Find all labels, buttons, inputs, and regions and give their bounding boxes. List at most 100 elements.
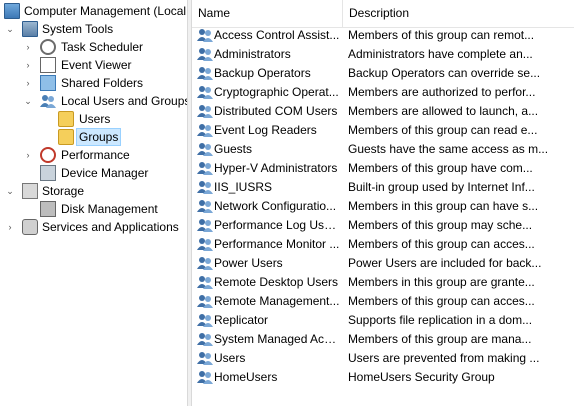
group-icon (197, 103, 213, 119)
group-icon (197, 331, 213, 347)
table-row[interactable]: Network Configuratio... Members in this g… (192, 197, 574, 216)
tree-item-disk-management[interactable]: Disk Management (0, 200, 187, 218)
folder-icon (58, 129, 74, 145)
event-viewer-icon (40, 57, 56, 73)
group-name: Cryptographic Operat... (214, 85, 339, 99)
group-name: Guests (214, 142, 253, 156)
table-row[interactable]: Administrators Administrators have comple… (192, 45, 574, 64)
group-name: Network Configuratio... (214, 199, 337, 213)
disk-management-icon (40, 201, 56, 217)
chevron-right-icon[interactable]: › (23, 74, 33, 92)
group-icon (197, 46, 213, 62)
group-icon (197, 122, 213, 138)
tree-item-storage[interactable]: ⌄ Storage (0, 182, 187, 200)
tree-item-label: Users (79, 112, 111, 126)
tree-item-performance[interactable]: › Performance (0, 146, 187, 164)
table-row[interactable]: Remote Management... Members of this grou… (192, 292, 574, 311)
chevron-down-icon[interactable]: ⌄ (5, 182, 15, 200)
tree-item-label: Services and Applications (42, 220, 179, 234)
table-row[interactable]: Event Log Readers Members of this group c… (192, 121, 574, 140)
tree-item-computer-management[interactable]: Computer Management (Local (0, 2, 187, 20)
table-row[interactable]: Backup Operators Backup Operators can ove… (192, 64, 574, 83)
group-description: Supports file replication in a dom... (348, 313, 533, 327)
tree-item-label: Storage (42, 184, 85, 198)
tree-item-shared-folders[interactable]: › Shared Folders (0, 74, 187, 92)
group-name: Performance Monitor ... (214, 237, 340, 251)
services-icon (22, 219, 38, 235)
group-icon (197, 369, 213, 385)
group-name: Backup Operators (214, 66, 311, 80)
group-icon (197, 84, 213, 100)
tree-item-services-and-applications[interactable]: › Services and Applications (0, 218, 187, 236)
tree-item-label-selected: Groups (76, 128, 122, 146)
group-name: Hyper-V Administrators (214, 161, 338, 175)
group-description: Members of this group are mana... (348, 332, 532, 346)
group-name: Remote Management... (214, 294, 340, 308)
tree-item-label: Disk Management (61, 202, 158, 216)
column-header-name[interactable]: Name (192, 0, 343, 27)
chevron-right-icon[interactable]: › (5, 218, 15, 236)
group-description: Power Users are included for back... (348, 256, 542, 270)
chevron-right-icon[interactable]: › (23, 56, 33, 74)
tree-item-device-manager[interactable]: Device Manager (0, 164, 187, 182)
tree-item-local-users-and-groups[interactable]: ⌄ Local Users and Groups (0, 92, 187, 110)
table-row[interactable]: Guests Guests have the same access as m..… (192, 140, 574, 159)
group-description: Members in this group can have s... (348, 199, 539, 213)
group-description: Members of this group can remot... (348, 28, 535, 42)
group-icon (197, 141, 213, 157)
group-description: Members are allowed to launch, a... (348, 104, 539, 118)
group-description: Built-in group used by Internet Inf... (348, 180, 535, 194)
table-row[interactable]: Replicator Supports file replication in a… (192, 311, 574, 330)
tree-item-task-scheduler[interactable]: › Task Scheduler (0, 38, 187, 56)
table-row[interactable]: HomeUsers HomeUsers Security Group (192, 368, 574, 387)
group-icon (197, 160, 213, 176)
tree-item-system-tools[interactable]: ⌄ System Tools (0, 20, 187, 38)
table-row[interactable]: Performance Monitor ... Members of this g… (192, 235, 574, 254)
tree-item-event-viewer[interactable]: › Event Viewer (0, 56, 187, 74)
tree-item-label: Shared Folders (61, 76, 144, 90)
clock-icon (40, 39, 56, 55)
table-row[interactable]: Cryptographic Operat... Members are autho… (192, 83, 574, 102)
tree-item-groups[interactable]: Groups (0, 128, 187, 146)
group-icon (197, 27, 213, 43)
table-row[interactable]: Performance Log Users Members of this gro… (192, 216, 574, 235)
group-description: Members are authorized to perfor... (348, 85, 536, 99)
users-icon (40, 93, 56, 109)
chevron-right-icon[interactable]: › (23, 146, 33, 164)
table-row[interactable]: System Managed Acc... Members of this gro… (192, 330, 574, 349)
table-row[interactable]: Users Users are prevented from making ... (192, 349, 574, 368)
tree-item-users[interactable]: Users (0, 110, 187, 128)
group-name: Performance Log Users (214, 218, 340, 232)
group-description: Members of this group can read e... (348, 123, 538, 137)
table-row[interactable]: Remote Desktop Users Members in this grou… (192, 273, 574, 292)
table-row[interactable]: Access Control Assist... Members of this … (192, 26, 574, 45)
computer-management-icon (4, 3, 20, 19)
tree-item-label: Task Scheduler (61, 40, 144, 54)
tree-item-label: Event Viewer (61, 58, 132, 72)
tree-item-label: System Tools (42, 22, 114, 36)
tree-item-label: Device Manager (61, 166, 149, 180)
system-tools-icon (22, 21, 38, 37)
tree-item-label: Local Users and Groups (61, 94, 187, 108)
column-header-description[interactable]: Description (343, 0, 574, 27)
shared-folders-icon (40, 75, 56, 91)
group-description: HomeUsers Security Group (348, 370, 495, 384)
group-name: Users (214, 351, 246, 365)
group-name: IIS_IUSRS (214, 180, 273, 194)
table-row[interactable]: Hyper-V Administrators Members of this gr… (192, 159, 574, 178)
chevron-down-icon[interactable]: ⌄ (5, 20, 15, 38)
group-icon (197, 312, 213, 328)
group-name: HomeUsers (214, 370, 278, 384)
group-description: Backup Operators can override se... (348, 66, 541, 80)
device-manager-icon (40, 165, 56, 181)
list-header: Name Description (192, 0, 574, 28)
group-description: Members of this group can acces... (348, 237, 535, 251)
table-row[interactable]: Distributed COM Users Members are allowed… (192, 102, 574, 121)
chevron-right-icon[interactable]: › (23, 38, 33, 56)
table-row[interactable]: Power Users Power Users are included for … (192, 254, 574, 273)
table-row[interactable]: IIS_IUSRS Built-in group used by Internet… (192, 178, 574, 197)
group-icon (197, 350, 213, 366)
group-description: Members of this group can acces... (348, 294, 535, 308)
performance-icon (40, 147, 56, 163)
chevron-down-icon[interactable]: ⌄ (23, 92, 33, 110)
